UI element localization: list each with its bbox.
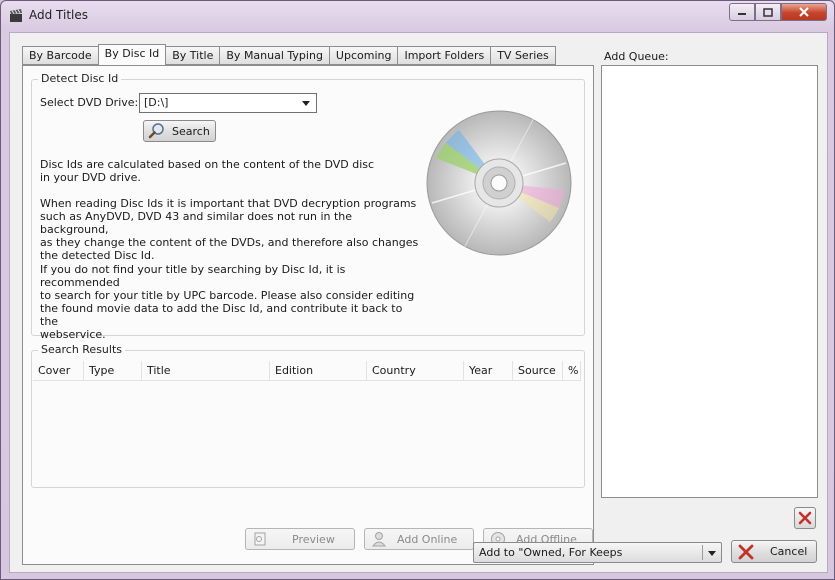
dropdown-separator xyxy=(702,545,703,560)
add-online-button-label: Add Online xyxy=(397,532,458,546)
tab-panel-disc-id: Detect Disc Id Select DVD Drive: [D:\] S… xyxy=(22,65,594,565)
remove-from-queue-button[interactable] xyxy=(794,507,816,529)
preview-icon xyxy=(254,532,266,546)
dialog-body: By Barcode By Disc Id By Title By Manual… xyxy=(9,32,828,573)
magnifier-icon xyxy=(148,123,164,139)
add-titles-window: Add Titles By Barcode By Disc Id By Titl… xyxy=(0,0,835,580)
maximize-icon xyxy=(763,7,773,17)
tab-by-manual-typing[interactable]: By Manual Typing xyxy=(219,46,329,65)
chevron-down-icon xyxy=(708,551,716,556)
detect-disc-id-group: Detect Disc Id Select DVD Drive: [D:\] S… xyxy=(31,72,585,341)
window-title: Add Titles xyxy=(29,8,89,22)
maximize-button[interactable] xyxy=(755,3,781,21)
title-bar[interactable]: Add Titles xyxy=(1,1,834,31)
tab-import-folders[interactable]: Import Folders xyxy=(397,46,491,65)
decryption-warning-text: When reading Disc Ids it is important th… xyxy=(40,197,419,262)
add-to-collection-dropdown[interactable]: Add to "Owned, For Keeps xyxy=(473,542,722,563)
add-online-button[interactable]: Add Online xyxy=(364,528,474,550)
close-button[interactable] xyxy=(781,3,827,21)
preview-button-label: Preview xyxy=(292,532,335,546)
cancel-x-icon xyxy=(738,544,754,559)
tab-tv-series[interactable]: TV Series xyxy=(490,46,556,65)
clapperboard-icon xyxy=(10,9,22,22)
column-header-year[interactable]: Year xyxy=(464,361,513,381)
tab-by-barcode[interactable]: By Barcode xyxy=(22,46,98,65)
add-queue-list[interactable] xyxy=(601,65,818,498)
column-header-source[interactable]: Source xyxy=(513,361,563,381)
search-results-group: Search Results Cover Type Title Edition … xyxy=(31,343,585,488)
tab-upcoming[interactable]: Upcoming xyxy=(328,46,398,65)
dvd-drive-select[interactable]: [D:\] xyxy=(139,93,317,113)
minimize-icon xyxy=(738,13,746,15)
column-header-edition[interactable]: Edition xyxy=(270,361,367,381)
dvd-drive-value: [D:\] xyxy=(144,96,169,109)
preview-button[interactable]: Preview xyxy=(245,528,355,550)
cancel-button[interactable]: Cancel xyxy=(731,540,817,563)
dvd-disc-icon xyxy=(426,110,572,256)
delete-x-icon xyxy=(798,511,812,525)
column-header-title[interactable]: Title xyxy=(142,361,270,381)
add-online-icon xyxy=(371,532,387,547)
detect-group-label: Detect Disc Id xyxy=(38,72,122,85)
search-button-label: Search xyxy=(172,124,210,138)
disc-id-info-text: Disc Ids are calculated based on the con… xyxy=(40,158,375,184)
minimize-button[interactable] xyxy=(729,3,755,21)
column-header-cover[interactable]: Cover xyxy=(33,361,84,381)
column-header-percent[interactable]: % xyxy=(563,361,581,381)
upc-barcode-hint-text: If you do not find your title by searchi… xyxy=(40,263,415,341)
add-to-collection-value: Add to "Owned, For Keeps xyxy=(479,546,623,559)
search-button[interactable]: Search xyxy=(143,120,216,142)
tab-by-disc-id[interactable]: By Disc Id xyxy=(97,44,167,65)
drive-label: Select DVD Drive: xyxy=(40,96,139,109)
tab-strip: By Barcode By Disc Id By Title By Manual… xyxy=(22,44,556,65)
tab-by-title[interactable]: By Title xyxy=(166,46,220,65)
results-table-header: Cover Type Title Edition Country Year So… xyxy=(33,361,581,381)
cancel-button-label: Cancel xyxy=(770,545,808,558)
search-results-label: Search Results xyxy=(38,343,126,356)
close-icon xyxy=(799,7,809,17)
add-queue-label: Add Queue: xyxy=(604,50,669,63)
chevron-down-icon xyxy=(302,101,310,106)
column-header-type[interactable]: Type xyxy=(84,361,142,381)
column-header-country[interactable]: Country xyxy=(367,361,464,381)
